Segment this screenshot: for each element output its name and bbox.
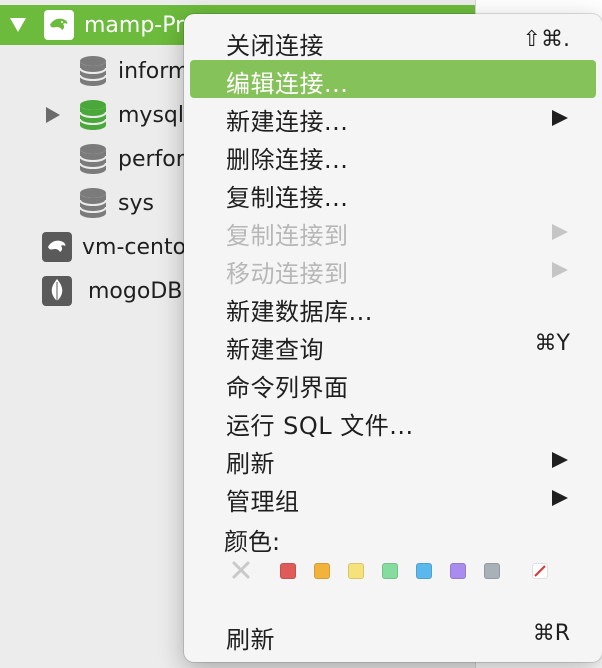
menu-item-shortcut: ⇧⌘. <box>522 27 570 52</box>
database-label: inform <box>118 58 190 84</box>
submenu-arrow-icon <box>552 110 568 126</box>
menu-item-close-connection[interactable]: 关闭连接 ⇧⌘. <box>190 22 596 60</box>
menu-item-copy-connection-to: 复制连接到 <box>190 212 596 250</box>
menu-item-label: 复制连接... <box>226 184 349 212</box>
menu-item-label: 刷新 <box>226 450 275 478</box>
submenu-arrow-icon <box>552 224 568 240</box>
color-swatch-red[interactable] <box>280 563 296 579</box>
tree-item-connection[interactable]: mogoDB <box>42 269 182 313</box>
tree-item-database[interactable]: perfor <box>78 137 185 181</box>
menu-item-new-connection[interactable]: 新建连接... <box>190 98 596 136</box>
menu-item-new-query[interactable]: 新建查询 ⌘Y <box>190 326 596 364</box>
menu-item-label: 关闭连接 <box>226 32 324 60</box>
menu-item-label: 复制连接到 <box>226 222 349 250</box>
menu-item-label: 命令列界面 <box>226 374 349 402</box>
menu-item-label: 刷新 <box>226 626 275 654</box>
menu-item-refresh-submenu[interactable]: 刷新 <box>190 440 596 478</box>
color-swatch-purple[interactable] <box>450 563 466 579</box>
color-swatch-blue[interactable] <box>416 563 432 579</box>
menu-item-run-sql-file[interactable]: 运行 SQL 文件... <box>190 402 596 440</box>
menu-item-edit-connection[interactable]: 编辑连接... <box>190 60 596 98</box>
database-label: perfor <box>118 146 185 172</box>
menu-item-label: 移动连接到 <box>226 260 349 288</box>
database-label: sys <box>118 190 154 216</box>
menu-item-delete-connection[interactable]: 删除连接... <box>190 136 596 174</box>
custom-color-swatch-icon[interactable] <box>532 563 548 579</box>
database-label: mysql <box>118 102 184 128</box>
disclosure-collapsed-icon[interactable] <box>46 107 60 123</box>
disclosure-expanded-icon[interactable] <box>10 18 26 32</box>
mysql-dolphin-icon <box>44 10 74 40</box>
colors-label: 颜色: <box>224 528 281 556</box>
tree-item-database[interactable]: inform <box>78 49 189 93</box>
menu-item-shortcut: ⌘R <box>532 621 570 646</box>
menu-item-duplicate-connection[interactable]: 复制连接... <box>190 174 596 212</box>
menu-item-label: 新建数据库... <box>226 298 373 326</box>
database-icon <box>78 99 108 131</box>
color-swatch-orange[interactable] <box>314 563 330 579</box>
menu-item-label: 管理组 <box>226 488 300 516</box>
menu-item-move-connection-to: 移动连接到 <box>190 250 596 288</box>
menu-item-command-line[interactable]: 命令列界面 <box>190 364 596 402</box>
color-swatch-green[interactable] <box>382 563 398 579</box>
menu-item-refresh[interactable]: 刷新 ⌘R <box>190 616 596 654</box>
tree-item-database[interactable]: sys <box>78 181 154 225</box>
menu-item-new-database[interactable]: 新建数据库... <box>190 288 596 326</box>
color-swatch-gray[interactable] <box>484 563 500 579</box>
menu-item-label: 编辑连接... <box>226 70 349 98</box>
tree-item-database-mysql[interactable]: mysql <box>46 93 184 137</box>
mongodb-leaf-icon <box>42 276 72 306</box>
database-icon <box>78 55 108 87</box>
menu-item-label: 运行 SQL 文件... <box>226 412 414 440</box>
tree-item-connection[interactable]: vm-cento <box>42 225 186 269</box>
mysql-dolphin-icon <box>42 232 72 262</box>
color-swatch-yellow[interactable] <box>348 563 364 579</box>
database-icon <box>78 143 108 175</box>
context-menu: 关闭连接 ⇧⌘. 编辑连接... 新建连接... 删除连接... 复制连接...… <box>184 14 602 662</box>
submenu-arrow-icon <box>552 452 568 468</box>
submenu-arrow-icon <box>552 262 568 278</box>
menu-item-label: 删除连接... <box>226 146 349 174</box>
connection-label: mamp-Pr <box>84 12 185 38</box>
connection-label: mogoDB <box>88 278 183 304</box>
menu-item-label: 新建查询 <box>226 336 324 364</box>
connection-label: vm-cento <box>82 234 187 260</box>
no-color-icon[interactable] <box>228 557 254 583</box>
database-icon <box>78 187 108 219</box>
submenu-arrow-icon <box>552 490 568 506</box>
menu-item-label: 新建连接... <box>226 108 349 136</box>
menu-item-manage-group[interactable]: 管理组 <box>190 478 596 516</box>
menu-item-shortcut: ⌘Y <box>534 331 570 356</box>
